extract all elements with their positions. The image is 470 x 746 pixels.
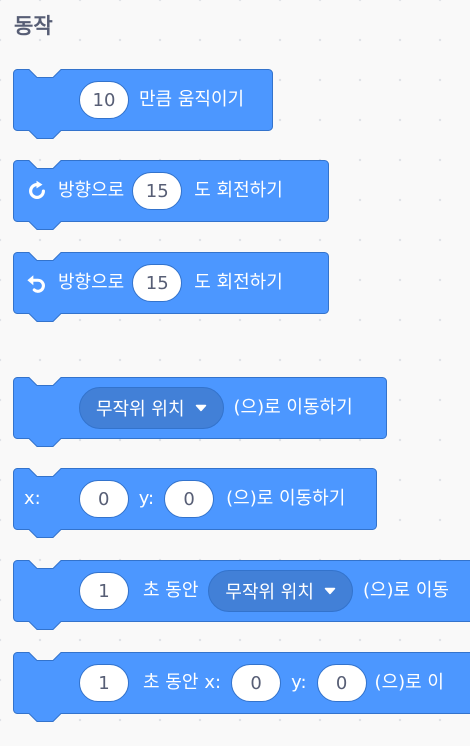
category-title: 동작 bbox=[14, 14, 53, 38]
seconds-input[interactable]: 1 bbox=[79, 664, 129, 702]
turn-direction-label: 방향으로 bbox=[58, 180, 125, 201]
chevron-down-icon bbox=[324, 587, 336, 595]
move-steps-label: 만큼 움직이기 bbox=[139, 89, 245, 110]
go-to-xy-block[interactable]: x: 0 y: 0 (으)로 이동하기 bbox=[12, 468, 377, 538]
degrees-input[interactable]: 15 bbox=[132, 264, 183, 302]
go-to-block[interactable]: 무작위 위치 (으)로 이동하기 bbox=[12, 377, 387, 447]
seconds-label: 초 동안 bbox=[143, 580, 199, 601]
turn-direction-label: 방향으로 bbox=[58, 272, 125, 293]
degrees-input[interactable]: 15 bbox=[132, 172, 183, 210]
x-label: x: bbox=[24, 488, 41, 509]
move-steps-block[interactable]: 10 만큼 움직이기 bbox=[12, 69, 273, 139]
x-label: x: bbox=[204, 672, 222, 693]
target-dropdown[interactable]: 무작위 위치 bbox=[208, 570, 353, 612]
steps-input[interactable]: 10 bbox=[79, 81, 129, 119]
y-input[interactable]: 0 bbox=[316, 664, 367, 702]
seconds-input[interactable]: 1 bbox=[79, 572, 129, 610]
x-input[interactable]: 0 bbox=[231, 664, 282, 702]
go-to-label: (으)로 이동하기 bbox=[226, 488, 346, 509]
x-input[interactable]: 0 bbox=[78, 480, 129, 518]
y-label: y: bbox=[138, 488, 155, 509]
chevron-down-icon bbox=[195, 404, 207, 412]
turn-right-block[interactable]: 방향으로 15 도 회전하기 bbox=[12, 160, 329, 230]
turn-right-icon bbox=[26, 180, 48, 202]
turn-degrees-label: 도 회전하기 bbox=[194, 180, 283, 201]
glide-to-xy-block[interactable]: 1 초 동안 x: 0 y: 0 (으)로 이 bbox=[12, 652, 470, 722]
target-dropdown-value: 무작위 위치 bbox=[96, 399, 185, 420]
turn-degrees-label: 도 회전하기 bbox=[194, 272, 283, 293]
seconds-label: 초 동안 bbox=[143, 672, 199, 693]
y-input[interactable]: 0 bbox=[164, 480, 215, 518]
go-to-label: (으)로 이동하기 bbox=[233, 397, 353, 418]
turn-left-icon bbox=[26, 272, 48, 294]
target-dropdown-value: 무작위 위치 bbox=[225, 582, 314, 603]
glide-to-label: (으)로 이동 bbox=[362, 580, 449, 601]
turn-left-block[interactable]: 방향으로 15 도 회전하기 bbox=[12, 252, 329, 322]
glide-to-label: (으)로 이 bbox=[374, 672, 444, 693]
glide-to-block[interactable]: 1 초 동안 무작위 위치 (으)로 이동 bbox=[12, 560, 470, 630]
y-label: y: bbox=[291, 672, 307, 693]
target-dropdown[interactable]: 무작위 위치 bbox=[79, 387, 224, 429]
